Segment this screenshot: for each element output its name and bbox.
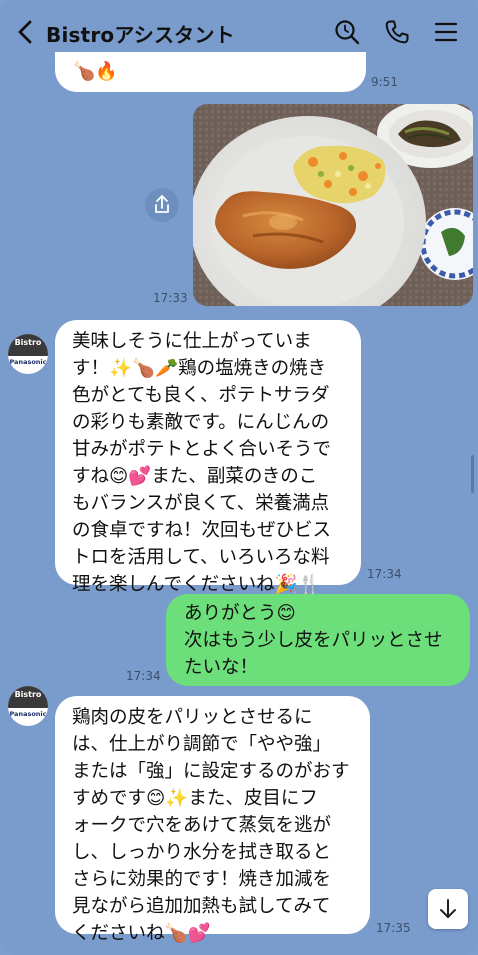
message-text: 美味しそうに仕上がっていま す！✨🍗🥕鶏の塩焼きの焼き 色がとても良く、ポテトサ…	[72, 331, 332, 595]
scrollbar[interactable]	[471, 455, 474, 493]
message-bubble-bot: 🍗🔥	[55, 52, 366, 92]
message-bubble-bot: 美味しそうに仕上がっていま す！✨🍗🥕鶏の塩焼きの焼き 色がとても良く、ポテトサ…	[55, 320, 361, 595]
message-text: 🍗🔥	[73, 61, 118, 82]
message-bubble-bot: 鶏肉の皮をパリッとさせるに は、仕上がり調節で「やや強」 または「強」に設定する…	[55, 696, 370, 944]
arrow-down-icon	[440, 899, 456, 918]
food-photo[interactable]	[193, 104, 473, 306]
chat-screen: Bistroアシスタント 🍗🔥 9:51 17:33 Bistro Panaso…	[0, 0, 478, 955]
phone-icon[interactable]	[383, 18, 411, 46]
scroll-to-bottom-button[interactable]	[428, 889, 468, 929]
avatar[interactable]: Bistro Panasonic	[8, 334, 48, 374]
message-time: 17:35	[376, 921, 411, 935]
share-icon	[155, 195, 169, 213]
search-icon[interactable]	[333, 18, 361, 46]
back-icon[interactable]	[14, 18, 38, 46]
chat-title: Bistroアシスタント	[46, 23, 235, 47]
message-time: 17:33	[153, 291, 188, 305]
share-button[interactable]	[145, 188, 179, 222]
message-bubble-user: ありがとう😊 次はもう少し皮をパリッとさせ たいな！	[166, 594, 470, 686]
message-time: 9:51	[371, 75, 398, 89]
menu-icon[interactable]	[432, 18, 460, 46]
message-text: 鶏肉の皮をパリッとさせるに は、仕上がり調節で「やや強」 または「強」に設定する…	[72, 707, 350, 944]
message-time: 17:34	[367, 567, 402, 581]
avatar[interactable]: Bistro Panasonic	[8, 686, 48, 726]
message-text: ありがとう😊 次はもう少し皮をパリッとさせ たいな！	[184, 603, 443, 678]
message-time: 17:34	[126, 669, 161, 683]
